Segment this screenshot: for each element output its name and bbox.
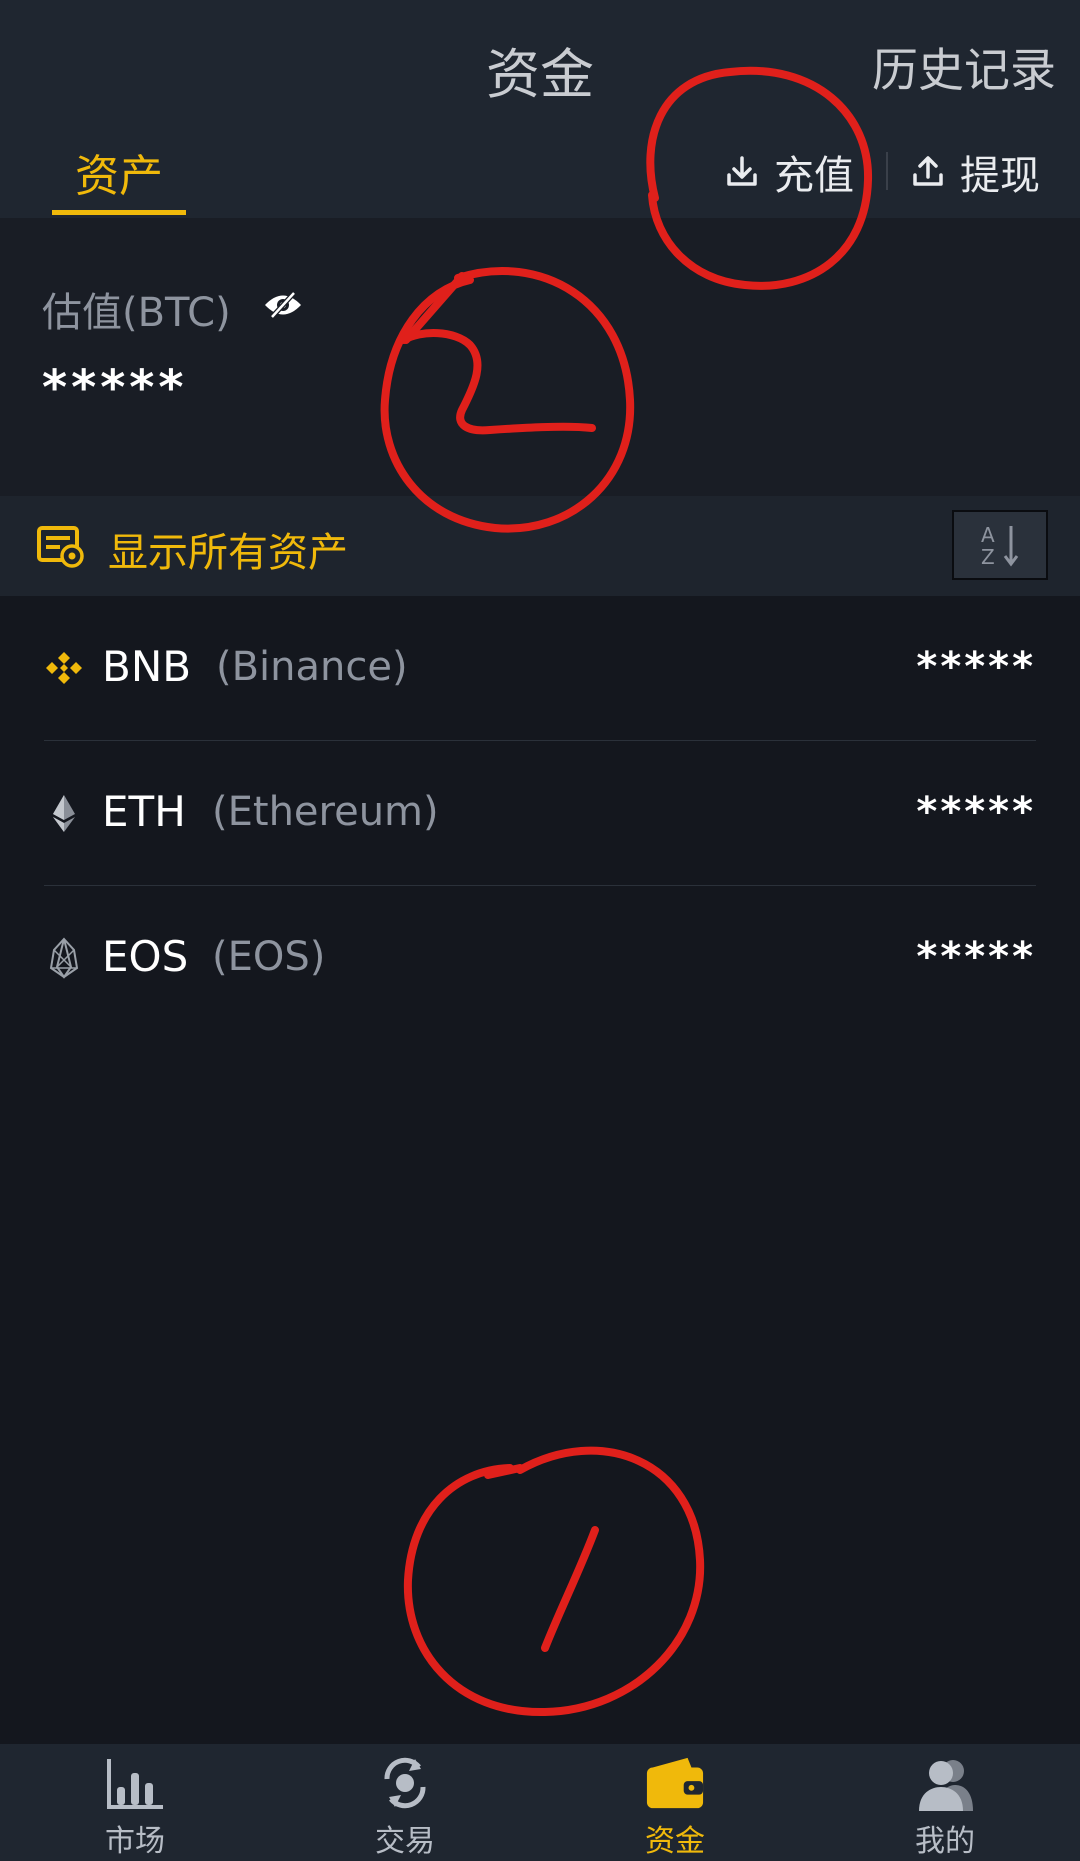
withdraw-button[interactable]: 提现 bbox=[910, 142, 1040, 202]
estimate-section: 估值(BTC) ***** bbox=[0, 218, 1080, 496]
nav-item-funds[interactable]: 资金 bbox=[540, 1744, 810, 1861]
nav-label-market: 市场 bbox=[105, 1824, 165, 1859]
asset-name: (EOS) bbox=[212, 934, 326, 980]
deposit-label: 充值 bbox=[774, 153, 854, 199]
tab-active-indicator bbox=[52, 210, 186, 215]
upload-icon bbox=[913, 156, 943, 186]
sort-button[interactable]: A Z bbox=[952, 510, 1048, 580]
asset-symbol: EOS bbox=[102, 932, 189, 981]
action-divider bbox=[886, 152, 888, 190]
asset-symbol: ETH bbox=[102, 787, 186, 836]
withdraw-label: 提现 bbox=[960, 153, 1040, 199]
asset-name: (Ethereum) bbox=[212, 789, 439, 835]
market-chart-icon bbox=[107, 1759, 163, 1809]
nav-item-profile[interactable]: 我的 bbox=[810, 1744, 1080, 1861]
asset-amount: ***** bbox=[916, 934, 1036, 980]
nav-label-funds: 资金 bbox=[645, 1824, 705, 1859]
bottom-nav: 市场 交易 资金 我的 bbox=[0, 1744, 1080, 1861]
eth-icon bbox=[53, 795, 75, 832]
eos-icon bbox=[49, 937, 79, 979]
show-assets-icon[interactable] bbox=[36, 524, 86, 570]
deposit-button[interactable]: 充值 bbox=[724, 142, 854, 202]
wallet-icon bbox=[646, 1757, 704, 1809]
history-link[interactable]: 历史记录 bbox=[872, 34, 1056, 100]
nav-item-trade[interactable]: 交易 bbox=[270, 1744, 540, 1861]
asset-amount: ***** bbox=[916, 789, 1036, 835]
svg-text:Z: Z bbox=[981, 545, 995, 569]
nav-label-profile: 我的 bbox=[915, 1824, 975, 1859]
estimate-value: ***** bbox=[42, 360, 188, 416]
show-all-assets-label[interactable]: 显示所有资产 bbox=[108, 520, 348, 578]
list-item[interactable]: ETH (Ethereum) ***** bbox=[0, 741, 1080, 886]
estimate-label: 估值(BTC) bbox=[42, 290, 231, 336]
asset-name: (Binance) bbox=[216, 644, 408, 690]
download-icon bbox=[727, 156, 757, 186]
bnb-icon bbox=[46, 652, 82, 684]
list-item[interactable]: EOS (EOS) ***** bbox=[0, 886, 1080, 1031]
header: 资金 历史记录 资产 充值 提现 bbox=[0, 0, 1080, 218]
asset-amount: ***** bbox=[916, 644, 1036, 690]
sort-az-icon: A Z bbox=[981, 523, 1019, 569]
eye-hidden-icon[interactable] bbox=[262, 290, 304, 320]
nav-item-market[interactable]: 市场 bbox=[0, 1744, 270, 1861]
filter-bar: 显示所有资产 A Z bbox=[0, 496, 1080, 596]
profile-icon bbox=[919, 1760, 973, 1811]
list-item[interactable]: BNB (Binance) ***** bbox=[0, 596, 1080, 741]
svg-text:A: A bbox=[981, 523, 995, 547]
asset-list: BNB (Binance) ***** ETH (Ethereum) *****… bbox=[0, 596, 1080, 1031]
tab-assets[interactable]: 资产 bbox=[52, 140, 186, 218]
asset-symbol: BNB bbox=[102, 642, 192, 691]
nav-label-trade: 交易 bbox=[375, 1824, 435, 1859]
trade-exchange-icon bbox=[384, 1757, 426, 1809]
